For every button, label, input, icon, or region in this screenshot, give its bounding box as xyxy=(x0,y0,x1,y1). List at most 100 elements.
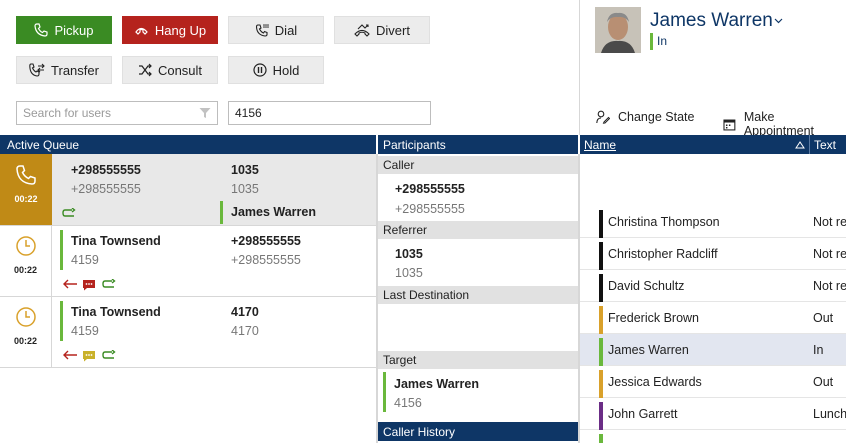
table-row[interactable]: David Schultz Not re xyxy=(580,270,846,302)
caller-section-label: Caller xyxy=(378,156,578,174)
status-bar xyxy=(599,306,603,334)
caller-status-bar xyxy=(60,301,63,341)
caller-name: Tina Townsend xyxy=(71,234,161,248)
profile-name[interactable]: James Warren xyxy=(650,10,773,32)
consult-label: Consult xyxy=(157,62,203,78)
user-name: John Garrett xyxy=(608,407,678,421)
divert-button[interactable]: Divert xyxy=(334,16,430,44)
table-row[interactable]: Christina Thompson Not re xyxy=(580,206,846,238)
referrer-number-sub: 1035 xyxy=(395,266,423,280)
user-search-input[interactable] xyxy=(23,106,199,120)
hold-button[interactable]: Hold xyxy=(228,56,324,84)
divert-icon xyxy=(354,24,370,37)
destination-number-sub: 1035 xyxy=(231,182,259,196)
caller-number-sub: +298555555 xyxy=(71,182,141,196)
user-text: Not re xyxy=(813,215,846,229)
caller-number-sub: +298555555 xyxy=(231,253,301,267)
pickup-button[interactable]: Pickup xyxy=(16,16,112,44)
user-name: Frederick Brown xyxy=(608,311,699,325)
chevron-down-icon[interactable] xyxy=(774,18,783,24)
return-icon xyxy=(62,208,76,217)
target-section-label: Target xyxy=(378,351,578,369)
table-row[interactable]: Jessica Edwards Out xyxy=(580,366,846,398)
last-destination-section-label: Last Destination xyxy=(378,286,578,304)
message-icon xyxy=(83,351,95,362)
referrer-section-label: Referrer xyxy=(378,221,578,239)
dial-icon xyxy=(255,24,269,37)
caller-label: Caller xyxy=(383,158,415,172)
hangup-button[interactable]: Hang Up xyxy=(122,16,218,44)
caller-status-bar xyxy=(60,230,63,270)
active-queue-header: Active Queue xyxy=(0,135,376,154)
agent-name: James Warren xyxy=(231,205,316,219)
table-row[interactable]: Frederick Brown Out xyxy=(580,302,846,334)
clock-icon xyxy=(15,236,36,256)
caller-extension: 4159 xyxy=(71,253,99,267)
profile-state: In xyxy=(650,33,667,50)
phone-icon xyxy=(16,165,36,185)
panel-divider xyxy=(579,0,580,135)
dial-button[interactable]: Dial xyxy=(228,16,324,44)
make-appointment-label: Make Appointment xyxy=(743,110,815,138)
consult-icon xyxy=(138,63,152,77)
user-text: Not re xyxy=(813,279,846,293)
caller-history-header[interactable]: Caller History xyxy=(378,422,578,441)
caller-number: 4170 xyxy=(231,305,259,319)
waiting-indicator: 00:22 xyxy=(0,297,52,367)
status-bar xyxy=(599,402,603,430)
calendar-icon xyxy=(723,119,736,130)
caller-number: +298555555 xyxy=(71,163,141,177)
user-name: Christopher Radcliff xyxy=(608,247,718,261)
user-name: James Warren xyxy=(608,343,689,357)
transfer-icon xyxy=(29,63,45,77)
caller-history-title: Caller History xyxy=(383,424,456,439)
table-row[interactable]: Christopher Radcliff Not re xyxy=(580,238,846,270)
transfer-label: Transfer xyxy=(51,62,99,78)
user-search-box[interactable] xyxy=(16,101,218,125)
divert-label: Divert xyxy=(376,22,410,38)
table-row-partial[interactable] xyxy=(580,430,846,443)
participants-title: Participants xyxy=(383,137,446,152)
dial-label: Dial xyxy=(274,22,298,38)
queue-time: 00:22 xyxy=(13,265,38,275)
target-name: James Warren xyxy=(394,377,479,391)
table-row[interactable]: John Garrett Lunch xyxy=(580,398,846,430)
column-separator[interactable] xyxy=(809,135,810,154)
number-field[interactable] xyxy=(228,101,431,125)
target-label: Target xyxy=(383,353,417,367)
number-input[interactable] xyxy=(235,106,424,120)
agent-status-bar xyxy=(220,201,223,224)
consult-button[interactable]: Consult xyxy=(122,56,218,84)
user-name: Christina Thompson xyxy=(608,215,720,229)
status-bar xyxy=(599,338,603,366)
hangup-icon xyxy=(135,27,148,35)
arrow-left-icon xyxy=(63,350,77,360)
queue-item[interactable]: 00:22 +298555555 +298555555 1035 1035 Ja… xyxy=(0,154,376,226)
message-icon xyxy=(83,280,95,291)
referrer-number: 1035 xyxy=(395,247,423,261)
clock-icon xyxy=(15,307,36,327)
last-destination-label: Last Destination xyxy=(383,288,470,302)
transfer-button[interactable]: Transfer xyxy=(16,56,112,84)
arrow-left-icon xyxy=(63,279,77,289)
user-photo-icon xyxy=(595,7,641,53)
queue-item[interactable]: 00:22 Tina Townsend 4159 4170 4170 xyxy=(0,297,376,368)
queue-item[interactable]: 00:22 Tina Townsend 4159 +298555555 +298… xyxy=(0,226,376,297)
change-state-button[interactable]: Change State xyxy=(596,110,694,124)
change-state-icon xyxy=(596,110,610,124)
queue-time: 00:22 xyxy=(14,194,38,204)
table-row-selected[interactable]: James Warren In xyxy=(580,334,846,366)
column-header-name[interactable]: Name xyxy=(584,138,616,152)
user-text: Out xyxy=(813,311,834,325)
make-appointment-button[interactable]: Make Appointment xyxy=(723,110,846,138)
user-text: Lunch xyxy=(813,407,846,421)
participant-caller-number: +298555555 xyxy=(395,182,465,196)
change-state-label: Change State xyxy=(618,110,695,124)
referrer-label: Referrer xyxy=(383,223,428,237)
hangup-label: Hang Up xyxy=(154,22,207,38)
user-name: David Schultz xyxy=(608,279,685,293)
column-header-text[interactable]: Text xyxy=(814,138,836,152)
sort-up-icon[interactable] xyxy=(795,141,805,149)
filter-icon[interactable] xyxy=(199,107,211,119)
pause-circle-icon xyxy=(253,63,267,77)
